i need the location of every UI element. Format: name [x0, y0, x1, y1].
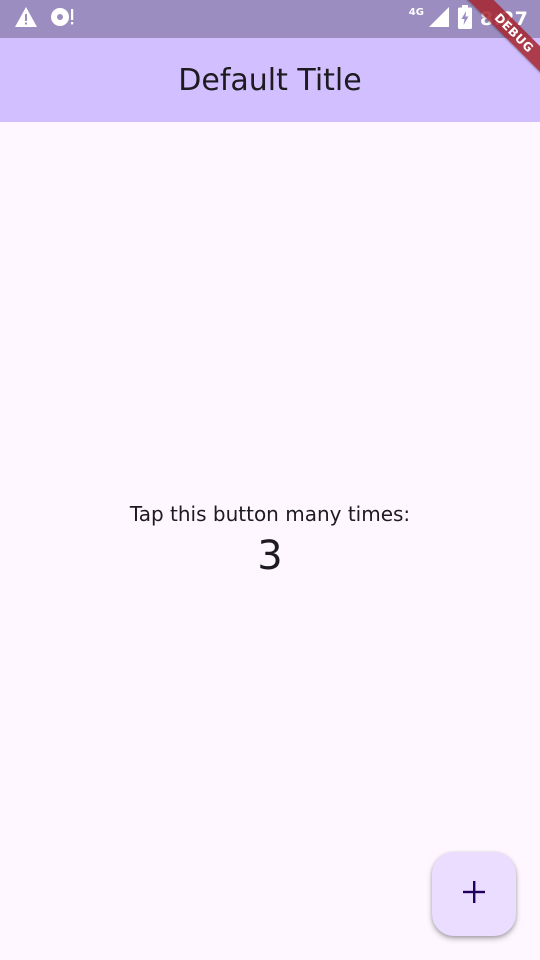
disc-alert-icon: [50, 6, 76, 32]
warning-icon: [14, 6, 38, 32]
counter-value: 3: [257, 533, 283, 579]
counter-section: Tap this button many times: 3: [0, 500, 540, 580]
page-title: Default Title: [178, 62, 362, 98]
network-type-label: 4G: [408, 6, 424, 18]
add-icon: [461, 879, 487, 909]
counter-prompt: Tap this button many times:: [129, 502, 411, 526]
status-bar-right: 4G 8:27: [408, 5, 528, 33]
signal-icon: [428, 6, 450, 32]
battery-charging-icon: [457, 5, 472, 33]
status-clock: 8:27: [479, 8, 528, 30]
status-bar: 4G 8:27: [0, 0, 540, 38]
status-bar-left: [14, 7, 76, 31]
increment-button[interactable]: [432, 852, 516, 936]
app-bar: Default Title: [0, 38, 540, 122]
